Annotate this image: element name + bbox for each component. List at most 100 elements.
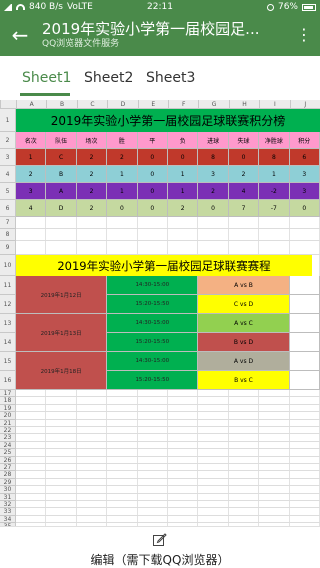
row-header-27[interactable]: 27	[0, 464, 16, 472]
row-header-30[interactable]: 30	[0, 486, 16, 494]
corner-cell	[0, 100, 16, 109]
score-header-cell: 胜	[107, 132, 138, 149]
column-header-d[interactable]: D	[107, 100, 137, 109]
alarm-icon	[266, 3, 274, 11]
row-header-32[interactable]: 32	[0, 501, 16, 509]
match-cell: A vs C	[198, 314, 290, 333]
score-cell: 2	[76, 149, 108, 166]
row-header-28[interactable]: 28	[0, 471, 16, 479]
score-cell: 3	[16, 183, 47, 200]
battery-icon	[302, 3, 316, 11]
score-cell: -7	[259, 200, 290, 217]
score-cell: 2	[228, 166, 260, 183]
score-cell: 7	[228, 200, 260, 217]
row-header-19[interactable]: 19	[0, 404, 16, 413]
tab-sheet1[interactable]: Sheet1	[22, 70, 71, 86]
row-header-2[interactable]: 2	[0, 132, 16, 149]
row-header-12[interactable]: 12	[0, 295, 16, 314]
column-header-g[interactable]: G	[198, 100, 228, 109]
row-header-22[interactable]: 22	[0, 427, 16, 435]
score-header-cell: 场次	[76, 132, 108, 149]
row-gridline	[16, 477, 320, 479]
column-header-a[interactable]: A	[16, 100, 46, 109]
tab-sheet3[interactable]: Sheet3	[146, 70, 195, 86]
match-time-cell: 14:30-15:00	[107, 276, 199, 295]
row-header-17[interactable]: 17	[0, 390, 16, 398]
row-header-7[interactable]: 7	[0, 217, 16, 229]
score-cell: 1	[168, 166, 199, 183]
row-header-34[interactable]: 34	[0, 515, 16, 524]
score-cell: 0	[137, 200, 168, 217]
battery-percent: 76%	[277, 2, 298, 12]
row-header-5[interactable]: 5	[0, 183, 16, 200]
row-header-6[interactable]: 6	[0, 200, 16, 217]
match-time-cell: 15:20-15:50	[107, 295, 199, 314]
row-header-25[interactable]: 25	[0, 449, 16, 457]
row-gridline	[16, 485, 320, 487]
row-header-14[interactable]: 14	[0, 333, 16, 352]
edit-button[interactable]: 编辑（需下载QQ浏览器）	[0, 551, 320, 568]
score-cell: 8	[198, 149, 229, 166]
match-time-cell: 15:20-15:50	[107, 333, 199, 352]
column-header-j[interactable]: J	[289, 100, 320, 109]
row-header-1[interactable]: 1	[0, 109, 16, 132]
column-header-h[interactable]: H	[228, 100, 259, 109]
spreadsheet-grid[interactable]: ABCDEFGHIJ 1 2019年实验小学第一届校园足球联赛积分榜 2 名次 队伍 场次…	[0, 100, 320, 526]
match-date-cell: 2019年1月12日	[16, 276, 108, 314]
score-cell: 0	[137, 149, 168, 166]
column-header-b[interactable]: B	[46, 100, 76, 109]
score-cell: -2	[259, 183, 290, 200]
row-header-3[interactable]: 3	[0, 149, 16, 166]
row-header-29[interactable]: 29	[0, 478, 16, 487]
score-table-title: 2019年实验小学第一届校园足球联赛积分榜	[16, 109, 320, 132]
column-header-e[interactable]: E	[137, 100, 168, 109]
more-vert-icon[interactable]: ⋮	[296, 24, 312, 48]
edit-pencil-icon[interactable]	[153, 533, 167, 546]
row-header-4[interactable]: 4	[0, 166, 16, 183]
match-time-cell: 14:30-15:00	[107, 352, 199, 371]
document-title: 2019年实验小学第一届校园足...	[42, 20, 260, 38]
row-header-9[interactable]: 9	[0, 241, 16, 255]
score-cell: 0	[137, 183, 168, 200]
match-cell: A vs B	[198, 276, 290, 295]
match-cell: B vs D	[198, 333, 290, 352]
row-header-31[interactable]: 31	[0, 493, 16, 501]
column-header-c[interactable]: C	[76, 100, 107, 109]
row-header-15[interactable]: 15	[0, 352, 16, 371]
row-header-20[interactable]: 20	[0, 412, 16, 420]
row-header-13[interactable]: 13	[0, 314, 16, 333]
row-header-24[interactable]: 24	[0, 441, 16, 450]
row-gridline	[16, 507, 320, 509]
row-header-21[interactable]: 21	[0, 419, 16, 427]
score-cell: 0	[228, 149, 260, 166]
column-header-i[interactable]: I	[259, 100, 289, 109]
column-header-f[interactable]: F	[168, 100, 198, 109]
row-header-18[interactable]: 18	[0, 397, 16, 405]
row-header-16[interactable]: 16	[0, 371, 16, 390]
score-cell: 1	[107, 166, 138, 183]
row-header-33[interactable]: 33	[0, 508, 16, 516]
score-cell: 3	[289, 166, 320, 183]
row-gridline	[16, 403, 320, 405]
score-cell: 8	[259, 149, 290, 166]
row-gridline	[16, 440, 320, 442]
match-date-cell: 2019年1月13日	[16, 314, 108, 352]
score-cell: 3	[289, 183, 320, 200]
row-gridline	[16, 411, 320, 413]
back-arrow-icon[interactable]: ←	[6, 22, 34, 50]
row-gridline	[16, 433, 320, 435]
match-cell: A vs D	[198, 352, 290, 371]
row-header-10[interactable]: 10	[0, 255, 16, 276]
row-header-8[interactable]: 8	[0, 229, 16, 241]
score-cell: 2	[76, 166, 108, 183]
score-cell: 0	[168, 149, 199, 166]
row-header-23[interactable]: 23	[0, 434, 16, 442]
row-header-26[interactable]: 26	[0, 456, 16, 464]
score-cell: A	[46, 183, 77, 200]
score-cell: 2	[16, 166, 47, 183]
row-gridline	[16, 455, 320, 457]
row-gridline	[16, 240, 320, 241]
score-header-cell: 净胜球	[259, 132, 290, 149]
tab-sheet2[interactable]: Sheet2	[84, 70, 133, 86]
row-header-11[interactable]: 11	[0, 276, 16, 295]
